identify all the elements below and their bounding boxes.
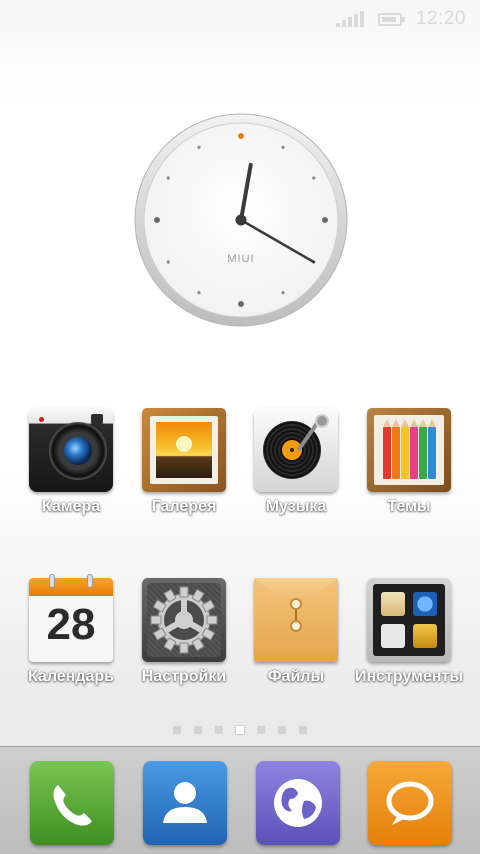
clock-tick <box>281 145 285 149</box>
page-dot[interactable] <box>173 726 181 734</box>
page-dot[interactable] <box>194 726 202 734</box>
clock-tick <box>154 217 160 223</box>
battery-icon <box>377 12 405 26</box>
app-music[interactable]: Музыка <box>240 408 352 528</box>
clock-tick <box>197 145 201 149</box>
app-tools[interactable]: Инструменты <box>353 578 465 698</box>
camera-icon <box>29 408 113 492</box>
clock-tick <box>197 291 201 295</box>
page-dot[interactable] <box>257 726 265 734</box>
app-files[interactable]: Файлы <box>240 578 352 698</box>
messaging-icon <box>386 781 434 825</box>
signal-icon <box>335 11 364 27</box>
clock-tick <box>166 260 170 264</box>
app-camera[interactable]: Камера <box>15 408 127 528</box>
clock-12-marker <box>238 133 244 139</box>
app-settings[interactable]: Настройки <box>128 578 240 698</box>
app-label: Файлы <box>267 668 325 685</box>
status-time: 12:20 <box>415 8 466 29</box>
contacts-icon <box>163 782 207 823</box>
app-label: Галерея <box>151 498 217 515</box>
clock-tick <box>312 176 316 180</box>
calendar-date: 28 <box>46 600 96 649</box>
clock-tick <box>238 301 244 307</box>
analog-clock-widget[interactable]: MIUI <box>133 112 349 328</box>
app-gallery[interactable]: Галерея <box>128 408 240 528</box>
page-dot[interactable] <box>299 726 307 734</box>
page-indicator[interactable] <box>0 726 480 734</box>
music-icon <box>254 408 338 492</box>
app-label: Музыка <box>265 498 327 515</box>
page-dot[interactable] <box>278 726 286 734</box>
settings-gear-icon <box>142 578 226 662</box>
app-label: Инструменты <box>354 668 464 685</box>
files-envelope-icon <box>254 578 338 662</box>
app-label: Темы <box>387 498 431 515</box>
dock-messaging-button[interactable] <box>368 761 452 845</box>
tools-icon <box>367 578 451 662</box>
dock <box>0 746 480 854</box>
gallery-icon <box>142 408 226 492</box>
clock-tick <box>322 217 328 223</box>
app-calendar[interactable]: 28 Календарь <box>15 574 127 698</box>
dock-browser-button[interactable] <box>256 761 340 845</box>
phone-icon <box>53 785 92 826</box>
app-label: Камера <box>41 498 101 515</box>
themes-icon <box>367 408 451 492</box>
app-themes[interactable]: Темы <box>353 408 465 528</box>
page-dot-active[interactable] <box>236 726 244 734</box>
clock-brand: MIUI <box>227 253 254 265</box>
clock-tick <box>281 291 285 295</box>
app-label: Календарь <box>27 668 115 685</box>
dock-contacts-button[interactable] <box>143 761 227 845</box>
page-dot[interactable] <box>215 726 223 734</box>
status-bar: 12:20 <box>0 0 480 38</box>
app-label: Настройки <box>141 668 227 685</box>
browser-globe-icon <box>274 779 322 827</box>
dock-phone-button[interactable] <box>30 761 114 845</box>
clock-face: MIUI <box>134 113 348 327</box>
calendar-icon: 28 <box>29 574 113 662</box>
clock-tick <box>166 176 170 180</box>
